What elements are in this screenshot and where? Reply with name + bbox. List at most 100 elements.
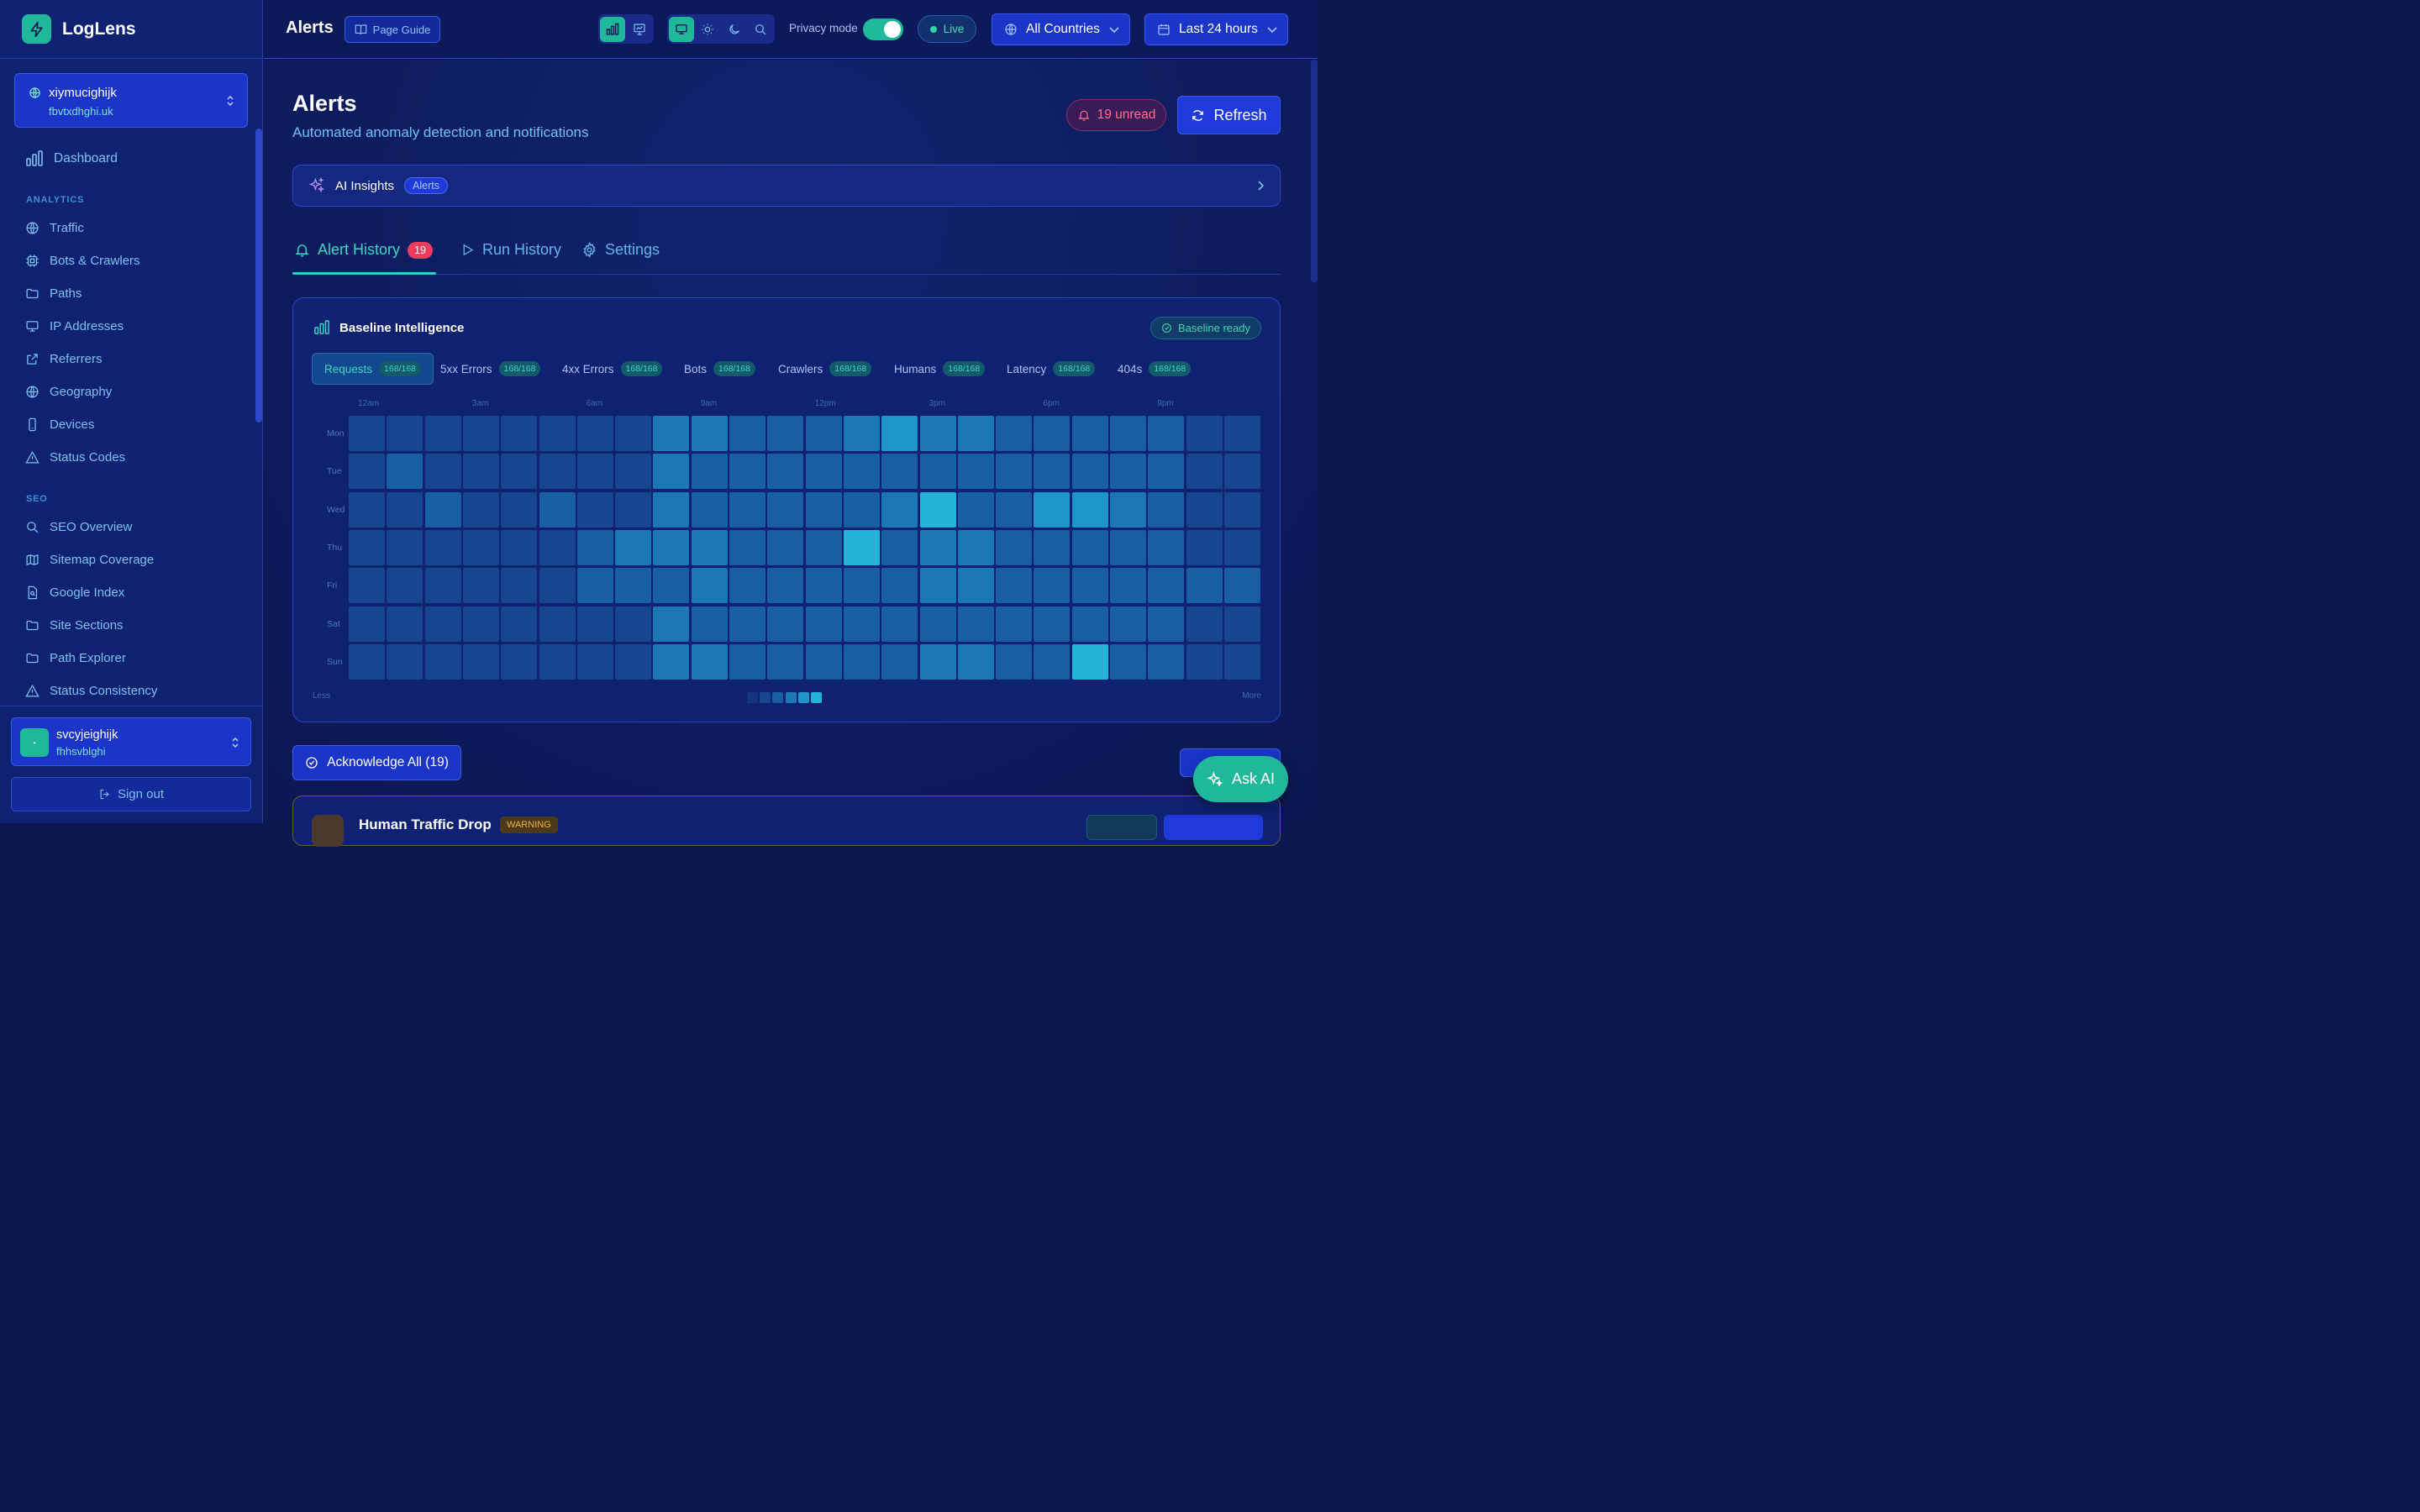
heatmap-cell[interactable] (919, 643, 956, 680)
heatmap-cell[interactable] (919, 416, 956, 451)
heatmap-cell[interactable] (1223, 606, 1260, 642)
heatmap-cell[interactable] (1034, 416, 1071, 451)
main-scrollbar[interactable] (1311, 60, 1318, 282)
heatmap-cell[interactable] (729, 606, 765, 642)
heatmap-cell[interactable] (996, 454, 1033, 490)
heatmap-cell[interactable] (881, 606, 918, 642)
heatmap-cell[interactable] (462, 491, 499, 528)
heatmap-cell[interactable] (767, 643, 804, 680)
heatmap-cell[interactable] (501, 454, 538, 490)
heatmap-cell[interactable] (1186, 643, 1223, 680)
heatmap-cell[interactable] (729, 454, 765, 490)
heatmap-cell[interactable] (539, 568, 576, 604)
heatmap-cell[interactable] (996, 568, 1033, 604)
sidebar-item-site-sections[interactable]: Site Sections (25, 615, 124, 635)
heatmap-cell[interactable] (615, 416, 652, 451)
sidebar-item-paths[interactable]: Paths (25, 283, 82, 303)
heatmap-cell[interactable] (1110, 606, 1146, 642)
heatmap-cell[interactable] (1148, 491, 1185, 528)
heatmap-cell[interactable] (691, 606, 728, 642)
heatmap-cell[interactable] (615, 606, 652, 642)
heatmap-cell[interactable] (1071, 643, 1108, 680)
heatmap-cell[interactable] (349, 491, 385, 528)
heatmap-cell[interactable] (1223, 529, 1260, 565)
search-icon[interactable] (749, 17, 774, 42)
heatmap-cell[interactable] (843, 416, 880, 451)
heatmap-cell[interactable] (843, 606, 880, 642)
heatmap-cell[interactable] (1110, 643, 1146, 680)
heatmap-cell[interactable] (805, 416, 842, 451)
metric-tab-bots[interactable]: Bots 168/168 (672, 353, 767, 385)
heatmap-cell[interactable] (653, 416, 690, 451)
heatmap-cell[interactable] (576, 454, 613, 490)
heatmap-cell[interactable] (576, 606, 613, 642)
metric-tab-humans[interactable]: Humans 168/168 (882, 353, 997, 385)
heatmap-cell[interactable] (1186, 606, 1223, 642)
sign-out-button[interactable]: Sign out (11, 777, 251, 811)
metric-tab-4xx-errors[interactable]: 4xx Errors 168/168 (550, 353, 674, 385)
heatmap-cell[interactable] (1186, 491, 1223, 528)
alert-secondary-button[interactable] (1086, 815, 1157, 840)
heatmap-cell[interactable] (1110, 529, 1146, 565)
sidebar-item-referrers[interactable]: Referrers (25, 349, 103, 369)
heatmap-cell[interactable] (615, 568, 652, 604)
heatmap-cell[interactable] (729, 529, 765, 565)
heatmap-cell[interactable] (424, 606, 461, 642)
heatmap-cell[interactable] (843, 529, 880, 565)
heatmap-cell[interactable] (919, 529, 956, 565)
heatmap-cell[interactable] (881, 568, 918, 604)
heatmap-cell[interactable] (843, 568, 880, 604)
heatmap-cell[interactable] (805, 643, 842, 680)
heatmap-cell[interactable] (1034, 643, 1071, 680)
heatmap-cell[interactable] (881, 454, 918, 490)
heatmap-cell[interactable] (919, 606, 956, 642)
metric-tab-crawlers[interactable]: Crawlers 168/168 (766, 353, 883, 385)
heatmap-cell[interactable] (1223, 568, 1260, 604)
acknowledge-all-button[interactable]: Acknowledge All (19) (292, 745, 461, 780)
heatmap-cell[interactable] (805, 491, 842, 528)
heatmap-cell[interactable] (1110, 491, 1146, 528)
heatmap-cell[interactable] (919, 491, 956, 528)
heatmap-cell[interactable] (691, 643, 728, 680)
system-theme-button[interactable] (669, 16, 694, 42)
heatmap-cell[interactable] (1148, 568, 1185, 604)
heatmap-cell[interactable] (387, 491, 424, 528)
heatmap-cell[interactable] (1148, 529, 1185, 565)
sidebar-item-status-codes[interactable]: Status Codes (25, 447, 125, 467)
page-guide-button[interactable]: Page Guide (345, 16, 440, 43)
sidebar-item-path-explorer[interactable]: Path Explorer (25, 648, 126, 668)
heatmap-cell[interactable] (767, 416, 804, 451)
alert-primary-button[interactable] (1164, 815, 1263, 840)
heatmap-cell[interactable] (501, 606, 538, 642)
heatmap-cell[interactable] (349, 568, 385, 604)
heatmap-cell[interactable] (501, 568, 538, 604)
heatmap-cell[interactable] (576, 568, 613, 604)
heatmap-cell[interactable] (615, 454, 652, 490)
heatmap-cell[interactable] (387, 643, 424, 680)
heatmap-cell[interactable] (1186, 529, 1223, 565)
heatmap-cell[interactable] (539, 491, 576, 528)
heatmap-cell[interactable] (1186, 454, 1223, 490)
date-range-dropdown[interactable]: Last 24 hours (1144, 13, 1288, 45)
sidebar-item-dashboard[interactable]: Dashboard (25, 149, 118, 169)
heatmap-cell[interactable] (767, 606, 804, 642)
heatmap-cell[interactable] (539, 454, 576, 490)
metric-tab-404s[interactable]: 404s 168/168 (1106, 353, 1202, 385)
sidebar-item-traffic[interactable]: Traffic (25, 218, 84, 238)
live-indicator[interactable]: Live (918, 15, 976, 43)
heatmap-cell[interactable] (349, 416, 385, 451)
ask-ai-button[interactable]: Ask AI (1193, 756, 1288, 802)
heatmap-cell[interactable] (615, 643, 652, 680)
sidebar-item-google-index[interactable]: Google Index (25, 582, 124, 602)
refresh-button[interactable]: Refresh (1177, 96, 1281, 134)
heatmap-cell[interactable] (1110, 454, 1146, 490)
heatmap-cell[interactable] (881, 491, 918, 528)
heatmap-cell[interactable] (919, 568, 956, 604)
heatmap-cell[interactable] (653, 529, 690, 565)
heatmap-cell[interactable] (767, 491, 804, 528)
heatmap-cell[interactable] (691, 454, 728, 490)
heatmap-cell[interactable] (576, 416, 613, 451)
heatmap-cell[interactable] (1186, 568, 1223, 604)
heatmap-cell[interactable] (539, 416, 576, 451)
site-selector[interactable]: xiymucighijk fbvtxdhghi.uk (14, 73, 248, 128)
